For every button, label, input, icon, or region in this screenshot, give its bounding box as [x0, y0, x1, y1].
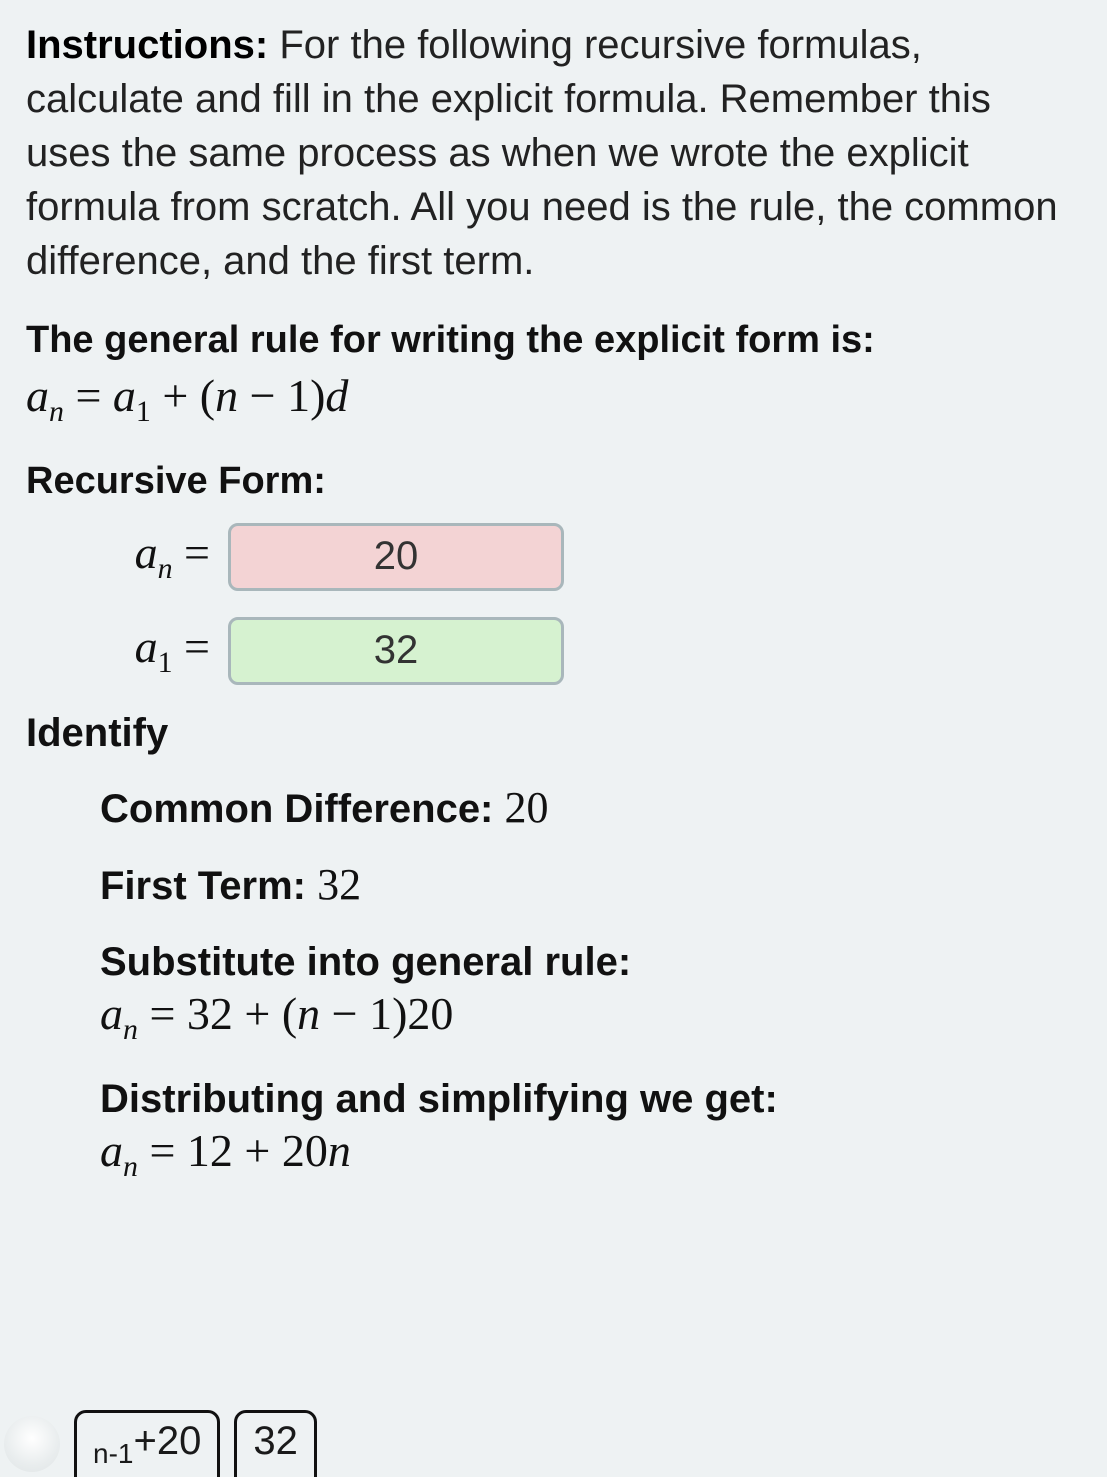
recursive-form-label: Recursive Form:: [26, 460, 1081, 503]
an-base: a: [135, 527, 158, 578]
common-difference-label: Common Difference:: [100, 787, 505, 831]
common-difference-value: 20: [505, 783, 549, 832]
substitute-label: Substitute into general rule:: [100, 940, 1081, 985]
simp-a: a: [100, 1125, 123, 1176]
formula-rhs-a-sub: 1: [136, 396, 151, 429]
formula-lhs-sub: n: [49, 396, 64, 429]
answer-chip-1[interactable]: n-1+20: [74, 1410, 220, 1477]
substitute-formula: an = 32 + (n − 1)20: [100, 987, 1081, 1047]
general-rule-intro: The general rule for writing the explici…: [26, 316, 1081, 365]
answer-chip-2[interactable]: 32: [234, 1410, 317, 1477]
recursive-a1-input[interactable]: 32: [228, 617, 564, 685]
simp-n: n: [328, 1125, 351, 1176]
simplify-formula: an = 12 + 20n: [100, 1124, 1081, 1184]
simp-eq: = 12 + 20: [138, 1125, 328, 1176]
recursive-row-an: an = 20: [100, 523, 1081, 591]
a1-sub: 1: [158, 647, 173, 680]
formula-rhs-a: a: [113, 370, 136, 421]
general-rule-formula: an = a1 + (n − 1)d: [26, 369, 1081, 429]
answer-chip-row: n-1+20 32: [0, 1410, 317, 1477]
first-term-label: First Term:: [100, 864, 317, 908]
recursive-a1-lhs: a1 =: [100, 620, 210, 680]
common-difference-line: Common Difference: 20: [100, 782, 1081, 833]
sub-a-sub: n: [123, 1013, 138, 1046]
a1-eq: =: [173, 621, 210, 672]
sub-n: n: [297, 988, 320, 1039]
sub-a: a: [100, 988, 123, 1039]
simplify-label: Distributing and simplifying we get:: [100, 1077, 1081, 1122]
first-term-value: 32: [317, 860, 361, 909]
formula-minus: − 1): [238, 370, 325, 421]
an-sub: n: [158, 553, 173, 586]
formula-n: n: [215, 370, 238, 421]
simp-a-sub: n: [123, 1150, 138, 1183]
formula-rhs-rest: + (: [151, 370, 215, 421]
formula-lhs-base: a: [26, 370, 49, 421]
identify-block: Identify Common Difference: 20 First Ter…: [26, 711, 1081, 1184]
a1-base: a: [135, 621, 158, 672]
chip-1-rest: +20: [133, 1419, 201, 1463]
formula-d: d: [325, 370, 348, 421]
recursive-an-input[interactable]: 20: [228, 523, 564, 591]
chip-shadow-icon: [4, 1416, 60, 1472]
sub-eq: = 32 + (: [138, 988, 297, 1039]
recursive-block: an = 20 a1 = 32: [26, 523, 1081, 685]
recursive-row-a1: a1 = 32: [100, 617, 1081, 685]
formula-eq: =: [64, 370, 113, 421]
sub-rest: − 1)20: [320, 988, 453, 1039]
an-eq: =: [173, 527, 210, 578]
first-term-line: First Term: 32: [100, 859, 1081, 910]
identify-inner: Common Difference: 20 First Term: 32 Sub…: [26, 782, 1081, 1184]
instructions-paragraph: Instructions: For the following recursiv…: [26, 18, 1081, 288]
identify-title: Identify: [26, 711, 1081, 756]
worksheet-page: Instructions: For the following recursiv…: [0, 0, 1107, 1477]
instructions-label: Instructions:: [26, 23, 268, 67]
chip-1-sub: n-1: [93, 1438, 133, 1469]
recursive-an-lhs: an =: [100, 526, 210, 586]
